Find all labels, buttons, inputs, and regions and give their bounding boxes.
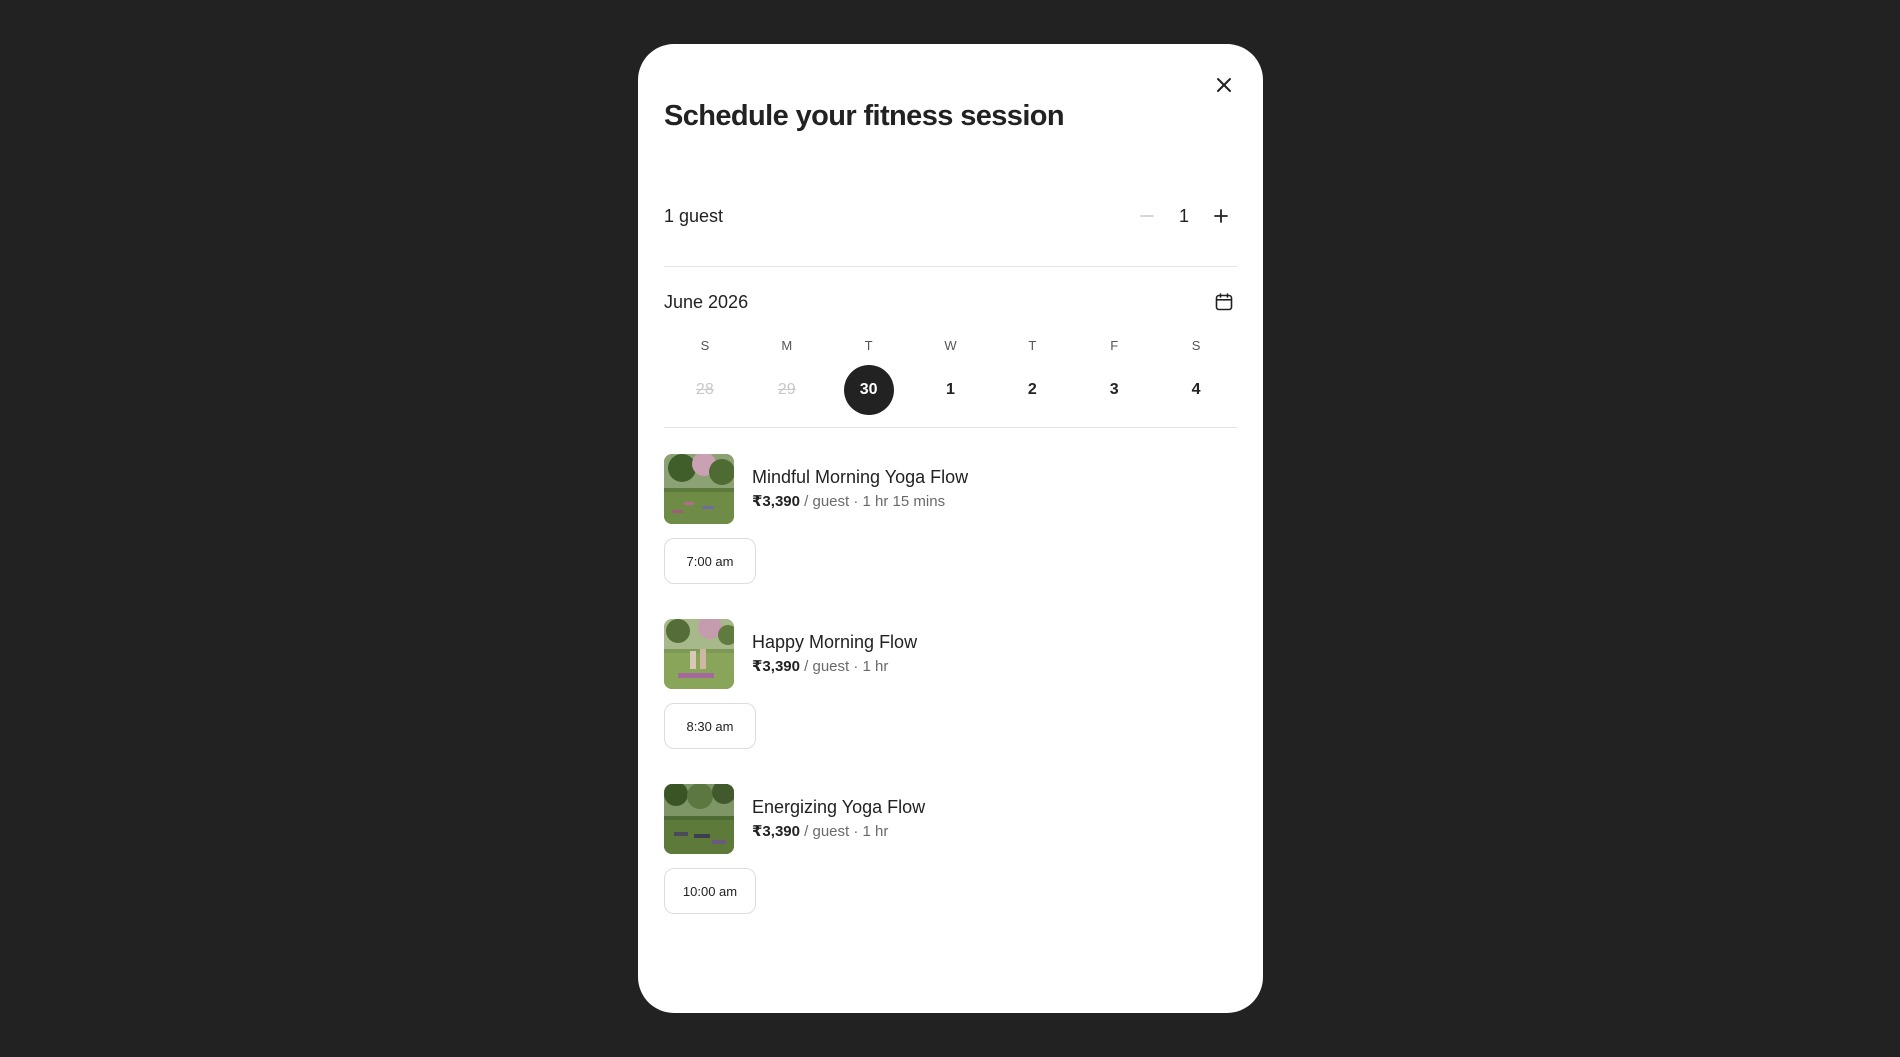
time-slot-button[interactable]: 8:30 am [664, 703, 756, 749]
session-meta: ₹3,390 / guest · 1 hr [752, 821, 925, 843]
weekday-label: W [944, 338, 957, 353]
close-button[interactable] [1207, 68, 1241, 102]
session-price-unit: / guest [799, 658, 850, 675]
calendar-day-number[interactable]: 2 [1007, 365, 1057, 415]
session-header: Happy Morning Flow ₹3,390 / guest · 1 hr [664, 619, 1237, 689]
calendar-icon [1215, 293, 1233, 311]
session-info: Mindful Morning Yoga Flow ₹3,390 / guest… [752, 465, 968, 513]
time-slot-button[interactable]: 7:00 am [664, 538, 756, 584]
modal-title: Schedule your fitness session [664, 100, 1065, 132]
calendar-day[interactable]: 3 [1073, 364, 1155, 416]
calendar-day-number[interactable]: 30 [843, 365, 894, 415]
session-title[interactable]: Mindful Morning Yoga Flow [752, 465, 968, 489]
calendar-day-number[interactable]: 1 [925, 365, 975, 415]
time-slot-button[interactable]: 10:00 am [664, 868, 756, 914]
divider [664, 427, 1237, 428]
plus-icon [1214, 209, 1228, 223]
session-header: Energizing Yoga Flow ₹3,390 / guest · 1 … [664, 784, 1237, 854]
session-price-unit: / guest [799, 493, 850, 510]
calendar-day[interactable]: 1 [910, 364, 992, 416]
weekday-label: S [1191, 338, 1201, 353]
session-header: Mindful Morning Yoga Flow ₹3,390 / guest… [664, 454, 1237, 524]
session-duration: 1 hr [862, 823, 889, 840]
weekday-label: F [1110, 338, 1119, 353]
calendar-day-selected[interactable]: 30 [828, 364, 910, 416]
session-price: ₹3,390 [752, 823, 800, 840]
session-price: ₹3,390 [752, 493, 800, 510]
session-info: Energizing Yoga Flow ₹3,390 / guest · 1 … [752, 795, 925, 843]
decrease-guests-button[interactable] [1131, 202, 1163, 230]
meta-separator: · [853, 658, 859, 675]
session-thumbnail[interactable] [664, 619, 734, 689]
calendar-day-number[interactable]: 3 [1089, 365, 1139, 415]
calendar-week: S M T W T F S 28 29 30 1 2 3 4 [664, 336, 1237, 416]
session-title[interactable]: Energizing Yoga Flow [752, 795, 925, 819]
weekday-label: T [1028, 338, 1037, 353]
increase-guests-button[interactable] [1205, 202, 1237, 230]
session-thumbnail[interactable] [664, 784, 734, 854]
session-price-unit: / guest [799, 823, 850, 840]
close-icon [1217, 78, 1231, 92]
weekday-label: T [864, 338, 873, 353]
calendar-month: June 2026 [664, 291, 749, 312]
weekday-label: S [700, 338, 710, 353]
calendar-day-number[interactable]: 4 [1171, 365, 1221, 415]
session-item: Happy Morning Flow ₹3,390 / guest · 1 hr… [664, 619, 1237, 784]
guest-count: 1 [1178, 206, 1189, 226]
guest-stepper: 1 [1131, 202, 1237, 230]
meta-separator: · [853, 823, 859, 840]
session-list: Mindful Morning Yoga Flow ₹3,390 / guest… [664, 454, 1237, 949]
session-info: Happy Morning Flow ₹3,390 / guest · 1 hr [752, 630, 917, 678]
calendar-header: June 2026 [664, 288, 1237, 316]
schedule-modal: Schedule your fitness session 1 guest 1 … [638, 44, 1263, 1013]
calendar-day[interactable]: 4 [1155, 364, 1237, 416]
meta-separator: · [853, 493, 859, 510]
session-meta: ₹3,390 / guest · 1 hr [752, 656, 917, 678]
open-calendar-button[interactable] [1211, 289, 1237, 315]
session-meta: ₹3,390 / guest · 1 hr 15 mins [752, 491, 968, 513]
session-thumbnail[interactable] [664, 454, 734, 524]
session-item: Mindful Morning Yoga Flow ₹3,390 / guest… [664, 454, 1237, 619]
session-title[interactable]: Happy Morning Flow [752, 630, 917, 654]
calendar-day: 29 [746, 364, 828, 416]
calendar-day-number: 28 [696, 381, 714, 398]
session-duration: 1 hr [862, 658, 889, 675]
weekday-label: M [781, 338, 793, 353]
guest-label: 1 guest [664, 206, 724, 226]
session-item: Energizing Yoga Flow ₹3,390 / guest · 1 … [664, 784, 1237, 949]
guest-row: 1 guest 1 [664, 202, 1237, 267]
session-duration: 1 hr 15 mins [862, 493, 946, 510]
calendar-day[interactable]: 2 [991, 364, 1073, 416]
session-price: ₹3,390 [752, 658, 800, 675]
calendar-day-number: 29 [777, 381, 796, 398]
minus-icon [1140, 215, 1154, 217]
calendar-day: 28 [664, 364, 746, 416]
